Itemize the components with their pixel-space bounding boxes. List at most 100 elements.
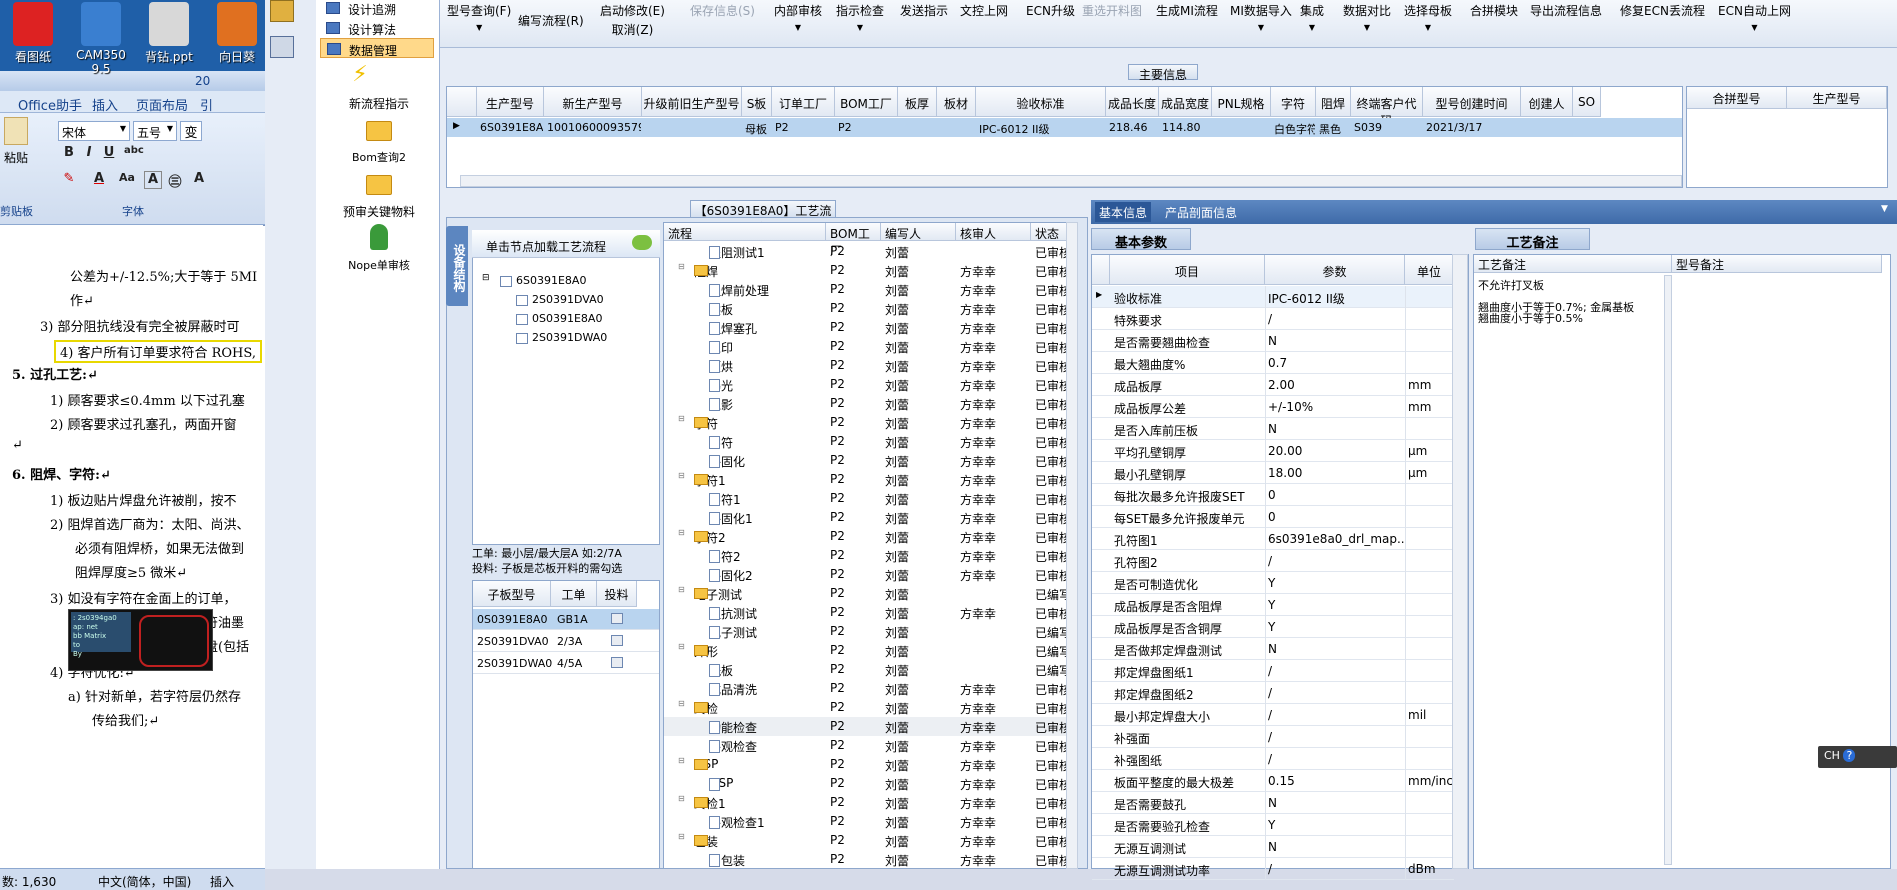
process-name[interactable]: 显影 (709, 396, 733, 413)
process-name[interactable]: 外形 (694, 643, 718, 660)
process-row[interactable]: 预烘 P2 刘蕾 方幸幸 已审核 (664, 356, 1071, 375)
process-cell[interactable]: 刘蕾 (885, 320, 909, 337)
process-cell[interactable]: 刘蕾 (885, 301, 909, 318)
checkbox-icon[interactable] (611, 657, 623, 668)
param-value[interactable]: N (1268, 796, 1404, 810)
param-row[interactable]: 每SET最多允许报废单元 0 (1092, 506, 1454, 528)
process-name[interactable]: 终固化1 (709, 510, 753, 527)
highlight-icon[interactable]: ✎ (60, 171, 78, 189)
column-header[interactable]: 项目 (1110, 255, 1265, 285)
param-row[interactable]: 是否需要验孔检查 Y (1092, 814, 1454, 836)
process-row[interactable]: 电子测试 P2 刘蕾 已编写 (664, 622, 1071, 641)
tree-node[interactable]: 2S0391DVA0 (516, 293, 604, 306)
word-tab[interactable]: 引 (200, 95, 213, 114)
process-cell[interactable]: P2 (830, 301, 845, 315)
process-cell[interactable]: 刘蕾 (885, 396, 909, 413)
process-row[interactable]: 显影 P2 刘蕾 方幸幸 已审核 (664, 394, 1071, 413)
word-count[interactable]: 数: 1,630 (2, 873, 56, 890)
process-cell[interactable]: P2 (830, 529, 845, 543)
param-value[interactable]: / (1268, 862, 1404, 876)
desktop-icon[interactable]: CAM350 9.5 (68, 2, 134, 76)
column-header[interactable]: 成品长度 (1106, 87, 1159, 117)
folder-icon[interactable] (366, 121, 392, 141)
process-cell[interactable]: 方幸幸 (960, 681, 996, 698)
toolbar-button[interactable]: 编写流程(R) (518, 12, 584, 47)
column-header[interactable]: 型号创建时间 (1423, 87, 1521, 117)
table-row[interactable]: ▶ 6S0391E8A0 10010600093579 母板 P2 P2 IPC-6012 … (447, 118, 1682, 137)
lightning-icon[interactable]: ⚡ (350, 62, 370, 88)
process-row[interactable]: 阻焊塞孔 P2 刘蕾 方幸幸 已审核 (664, 318, 1071, 337)
process-name[interactable]: 阻焊 (694, 263, 718, 280)
toolbar-button[interactable]: 启动修改(E) 取消(Z) (600, 2, 665, 38)
process-cell[interactable]: 方幸幸 (960, 434, 996, 451)
process-cell[interactable]: 方幸幸 (960, 263, 996, 280)
process-cell[interactable]: 方幸幸 (960, 605, 996, 622)
process-cell[interactable]: 刘蕾 (885, 814, 909, 831)
param-value[interactable]: / (1268, 752, 1404, 766)
process-name[interactable]: OSP (694, 757, 718, 771)
process-cell[interactable]: 方幸幸 (960, 757, 996, 774)
process-cell[interactable]: P2 (830, 282, 845, 296)
process-row[interactable]: 外观检查 P2 刘蕾 方幸幸 已审核 (664, 736, 1071, 755)
param-value[interactable]: 0.7 (1268, 356, 1404, 370)
process-cell[interactable]: 刘蕾 (885, 244, 909, 261)
process-cell[interactable]: 刘蕾 (885, 358, 909, 375)
collapse-icon[interactable]: ⊟ (482, 273, 490, 283)
factory-icon[interactable] (270, 0, 294, 22)
process-cell[interactable]: P2 (830, 814, 845, 828)
column-header[interactable]: 阻焊 (1316, 87, 1351, 117)
process-cell[interactable]: 方幸幸 (960, 795, 996, 812)
param-value[interactable]: 6s0391e8a0_drl_map... (1268, 532, 1404, 546)
checkbox-icon[interactable] (611, 635, 623, 646)
param-row[interactable]: 是否做邦定焊盘测试 N (1092, 638, 1454, 660)
process-cell[interactable]: P2 (830, 358, 845, 372)
process-cell[interactable]: 方幸幸 (960, 833, 996, 850)
phonetic-icon[interactable]: 变 (180, 121, 202, 141)
new-flow-instruction-button[interactable]: 新流程指示 (324, 95, 434, 112)
column-header[interactable]: 升级前旧生产型号 (642, 87, 742, 117)
word-document[interactable]: 公差为+/-12.5%;大于等于 5MI 作↵ 3) 部分阻抗线没有完全被屏蔽时可 4… (0, 226, 265, 871)
process-row[interactable]: 外观检查1 P2 刘蕾 方幸幸 已审核 (664, 812, 1071, 831)
process-cell[interactable]: 刘蕾 (885, 529, 909, 546)
param-row[interactable]: 是否可制造优化 Y (1092, 572, 1454, 594)
process-cell[interactable]: 刘蕾 (885, 624, 909, 641)
process-cell[interactable]: P2 (830, 833, 845, 847)
param-row[interactable]: 孔符图2 / (1092, 550, 1454, 572)
process-cell[interactable]: 方幸幸 (960, 491, 996, 508)
process-cell[interactable]: 方幸幸 (960, 548, 996, 565)
process-cell[interactable]: 刘蕾 (885, 719, 909, 736)
param-value[interactable]: IPC-6012 II级 (1268, 290, 1404, 307)
process-name[interactable]: 字符2 (709, 548, 741, 565)
process-row[interactable]: 内包装 P2 刘蕾 方幸幸 已审核 (664, 850, 1071, 869)
pre-review-material-button[interactable]: 预审关键物料 (324, 203, 434, 220)
process-name[interactable]: 终检 (694, 700, 718, 717)
param-value[interactable]: +/-10% (1268, 400, 1404, 414)
param-row[interactable]: 孔符图1 6s0391e8a0_drl_map... (1092, 528, 1454, 550)
strikethrough-button[interactable]: abc (124, 145, 144, 163)
toolbar-button[interactable]: 集成 ▼ (1300, 2, 1324, 37)
process-cell[interactable]: 方幸幸 (960, 852, 996, 869)
process-cell[interactable]: P2 (830, 757, 845, 771)
process-name[interactable]: 褪阻测试1 (709, 244, 765, 261)
process-row[interactable]: 字符1 P2 刘蕾 方幸幸 已审核 (664, 489, 1071, 508)
process-cell[interactable]: P2 (830, 320, 845, 334)
process-row[interactable]: ⊟包装P2刘蕾方幸幸已审核 (664, 831, 1071, 850)
param-value[interactable]: / (1268, 730, 1404, 744)
column-header[interactable]: S板 (742, 87, 772, 117)
column-header[interactable]: 单位 (1405, 255, 1454, 285)
process-row[interactable]: ⊟阻焊P2刘蕾方幸幸已审核 (664, 261, 1071, 280)
process-name[interactable]: 成品清洗 (709, 681, 757, 698)
column-header[interactable]: 投料 (597, 581, 637, 607)
param-row[interactable]: 补强面 / (1092, 726, 1454, 748)
table-cell[interactable]: 2S0391DWA0 (477, 657, 552, 670)
param-value[interactable]: 0.15 (1268, 774, 1404, 788)
process-cell[interactable]: 刘蕾 (885, 339, 909, 356)
process-row[interactable]: OSP P2 刘蕾 方幸幸 已审核 (664, 774, 1071, 793)
tab-basic-info[interactable]: 基本信息 (1095, 202, 1152, 222)
process-cell[interactable]: P2 (830, 776, 845, 790)
param-row[interactable]: 成品板厚 2.00 mm (1092, 374, 1454, 396)
process-name[interactable]: 字符1 (709, 491, 741, 508)
process-name[interactable]: 字符 (709, 434, 733, 451)
checkbox-icon[interactable] (500, 275, 512, 287)
process-cell[interactable]: P2 (830, 263, 845, 277)
